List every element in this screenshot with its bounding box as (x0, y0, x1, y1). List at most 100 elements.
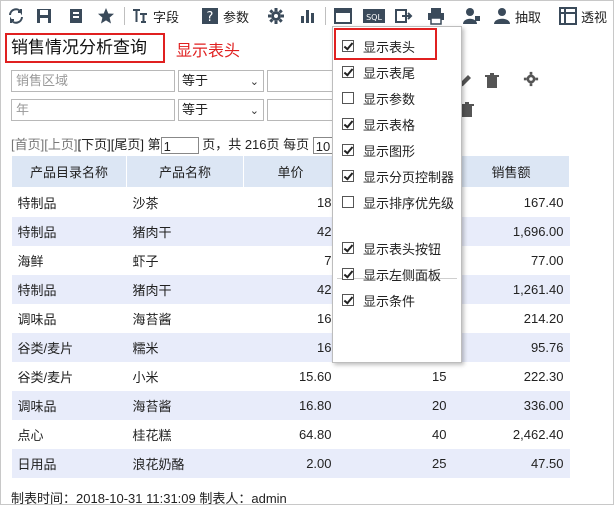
table-row[interactable]: 谷类/麦片 小米 15.60 15 222.30 (11, 362, 570, 391)
checkbox[interactable] (342, 66, 354, 78)
menu-item[interactable]: 显示分页控制器 (333, 163, 461, 189)
table-row[interactable]: 日用品 浪花奶酪 2.00 25 47.50 (11, 449, 570, 478)
product-cell: 猪肉干 (126, 217, 244, 246)
menu-item-label: 显示图形 (363, 143, 416, 159)
report-window: 字段 ? 参数 SQL 抽取 透视 销售情况分析查询 显示表头 销售区域 等于 … (0, 0, 614, 506)
user-button[interactable] (463, 5, 481, 27)
column-header[interactable]: 单价 (243, 155, 338, 188)
checkbox[interactable] (342, 144, 354, 156)
product-cell: 海苔酱 (126, 391, 244, 420)
next-page-link[interactable]: [下页] (77, 137, 110, 152)
table-row[interactable]: 特制品沙茶189167.40 (11, 187, 570, 217)
first-page-link[interactable]: [首页] (11, 137, 44, 152)
gear-icon[interactable] (523, 71, 539, 87)
price-cell: 42 (243, 217, 338, 246)
extract-button[interactable]: 抽取 (493, 5, 541, 27)
param-button[interactable]: ? 参数 (201, 5, 249, 27)
page-number-input[interactable]: 1 (160, 137, 199, 155)
toolbar: 字段 ? 参数 SQL 抽取 透视 (1, 1, 613, 31)
export-button[interactable] (395, 5, 413, 27)
menu-item-label: 显示分页控制器 (363, 169, 455, 185)
pivot-button[interactable]: 透视 (559, 5, 607, 27)
pager: [首页][上页][下页][尾页] 第1 页，共 216页 每页 10 (11, 134, 333, 155)
menu-item[interactable]: 显示图形 (333, 137, 461, 163)
layout-button[interactable] (334, 5, 352, 27)
pivot-icon (559, 7, 577, 25)
book-icon (70, 9, 82, 23)
region-filter-input[interactable]: 销售区域 (11, 70, 175, 92)
checkbox[interactable] (342, 118, 354, 130)
refresh-button[interactable] (7, 5, 25, 27)
table-row[interactable]: 特制品猪肉干4251,261.40 (11, 275, 570, 304)
price-cell: 16 (243, 333, 338, 362)
page-suffix: 页，共 216页 每页 (202, 137, 310, 152)
product-cell: 小米 (126, 362, 244, 391)
extract-label: 抽取 (515, 9, 542, 25)
page-size-input[interactable]: 10 (312, 137, 333, 155)
product-cell: 糯米 (126, 333, 244, 362)
column-header[interactable]: 产品目录名称 (11, 155, 127, 188)
trash-icon[interactable] (484, 73, 500, 89)
table-row[interactable]: 调味品 海苔酱 16.80 20 336.00 (11, 391, 570, 420)
amount-cell: 1,696.00 (452, 217, 570, 246)
report-title: 销售情况分析查询 (5, 33, 165, 63)
checkbox[interactable] (342, 170, 354, 182)
column-header[interactable]: 产品名称 (126, 155, 244, 188)
gear-icon (268, 8, 284, 24)
checkbox[interactable] (342, 196, 354, 208)
year-operator-select[interactable]: 等于 ⌄ (178, 99, 264, 121)
menu-item[interactable]: 显示表格 (333, 111, 461, 137)
qty-cell: 40 (337, 420, 453, 449)
sql-button[interactable]: SQL (363, 5, 385, 27)
menu-item[interactable]: 显示表头按钮 (333, 235, 461, 261)
category-cell: 特制品 (11, 217, 127, 246)
checkbox[interactable] (342, 268, 354, 280)
favorite-button[interactable] (97, 5, 115, 27)
save-button[interactable] (35, 5, 53, 27)
product-cell: 浪花奶酪 (126, 449, 244, 478)
print-button[interactable] (427, 5, 445, 27)
amount-cell: 2,462.40 (452, 420, 570, 449)
table-row[interactable]: 调味品海苔酱165214.20 (11, 304, 570, 333)
region-operator-select[interactable]: 等于 ⌄ (178, 70, 264, 92)
chevron-down-icon: ⌄ (249, 105, 259, 117)
category-cell: 谷类/麦片 (11, 333, 127, 362)
menu-item[interactable]: 显示参数 (333, 85, 461, 111)
category-cell: 特制品 (11, 187, 127, 217)
category-cell: 海鲜 (11, 246, 127, 275)
product-cell: 沙茶 (126, 187, 244, 217)
checkbox[interactable] (342, 294, 354, 306)
menu-item[interactable]: 显示左侧面板 (333, 261, 461, 287)
menu-item[interactable]: 显示表尾 (333, 59, 461, 85)
report-book-button[interactable] (67, 5, 85, 27)
last-page-link[interactable]: [尾页] (111, 137, 144, 152)
prev-page-link[interactable]: [上页] (44, 137, 77, 152)
user-icon (463, 8, 480, 24)
menu-item[interactable]: 显示排序优先级 (333, 189, 461, 215)
title-annotation: 显示表头 (176, 43, 241, 60)
year-value-input[interactable] (267, 99, 335, 121)
field-label: 字段 (153, 9, 180, 25)
column-header[interactable]: 销售额 (452, 155, 570, 188)
settings-button[interactable] (267, 5, 285, 27)
price-cell: 15.60 (243, 362, 338, 391)
region-value-input[interactable] (267, 70, 335, 92)
checkbox[interactable] (342, 242, 354, 254)
price-cell: 18 (243, 187, 338, 217)
checkbox[interactable] (342, 92, 354, 104)
category-cell: 调味品 (11, 391, 127, 420)
table-row[interactable]: 谷类/麦片糯米16595.76 (11, 333, 570, 362)
menu-item-label: 显示表格 (363, 117, 416, 133)
operator-value: 等于 (182, 102, 209, 117)
amount-cell: 1,261.40 (452, 275, 570, 304)
field-button[interactable]: 字段 (131, 5, 179, 27)
product-cell: 猪肉干 (126, 275, 244, 304)
table-row[interactable]: 特制品猪肉干4201,696.00 (11, 217, 570, 246)
chart-button[interactable] (299, 5, 317, 27)
year-filter-input[interactable]: 年 (11, 99, 175, 121)
amount-cell: 167.40 (452, 187, 570, 217)
table-row[interactable]: 海鲜虾子7077.00 (11, 246, 570, 275)
page-prefix: 第 (147, 137, 161, 152)
menu-item[interactable]: 显示条件 (333, 287, 461, 313)
table-row[interactable]: 点心 桂花糕 64.80 40 2,462.40 (11, 420, 570, 449)
